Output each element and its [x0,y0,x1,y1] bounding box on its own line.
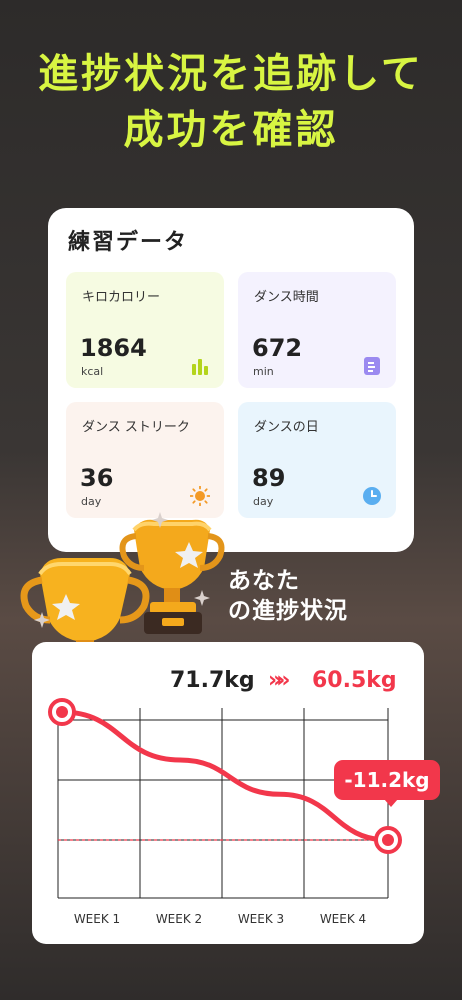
bar-chart-icon [192,359,208,375]
dance-days-tile: ダンスの日 89 day [238,402,396,518]
dance-time-tile: ダンス時間 672 min [238,272,396,388]
tile-label: ダンスの日 [254,420,319,435]
dance-streak-tile: ダンス ストリーク 36 day [66,402,224,518]
tile-label: キロカロリー [82,290,161,305]
tile-value: 672 [252,334,303,362]
progress-title-line-1: あなた [228,568,300,594]
x-tick-label: WEEK 4 [319,912,367,926]
practice-data-card: 練習データ キロカロリー 1864 kcal ダンス時間 672 min ダンス… [48,208,414,552]
tile-value: 36 [80,464,114,492]
arrow-icon: »» [268,668,291,693]
tile-unit: day [253,495,274,508]
card-title: 練習データ [68,230,189,255]
tile-unit: min [253,365,274,378]
progress-title: あなた の進捗状況 [228,566,348,626]
headline-line-1: 進捗状況を追跡して [38,51,424,97]
x-tick-label: WEEK 3 [237,912,285,926]
tile-value: 1864 [80,334,147,362]
progress-title-line-2: の進捗状況 [228,598,348,624]
tile-unit: day [81,495,102,508]
tile-value: 89 [252,464,286,492]
kcal-tile: キロカロリー 1864 kcal [66,272,224,388]
target-weight: 60.5kg [312,668,397,693]
x-tick-label: WEEK 1 [73,912,121,926]
weight-change-badge: -11.2kg [334,760,440,807]
x-tick-label: WEEK 2 [155,912,203,926]
tile-label: ダンス時間 [254,290,319,305]
headline-line-2: 成功を確認 [123,107,339,153]
clock-icon [363,487,381,505]
document-icon [364,357,380,375]
tile-unit: kcal [81,365,104,378]
start-weight: 71.7kg [170,668,255,693]
tile-label: ダンス ストリーク [82,420,190,435]
sun-icon [190,486,210,506]
